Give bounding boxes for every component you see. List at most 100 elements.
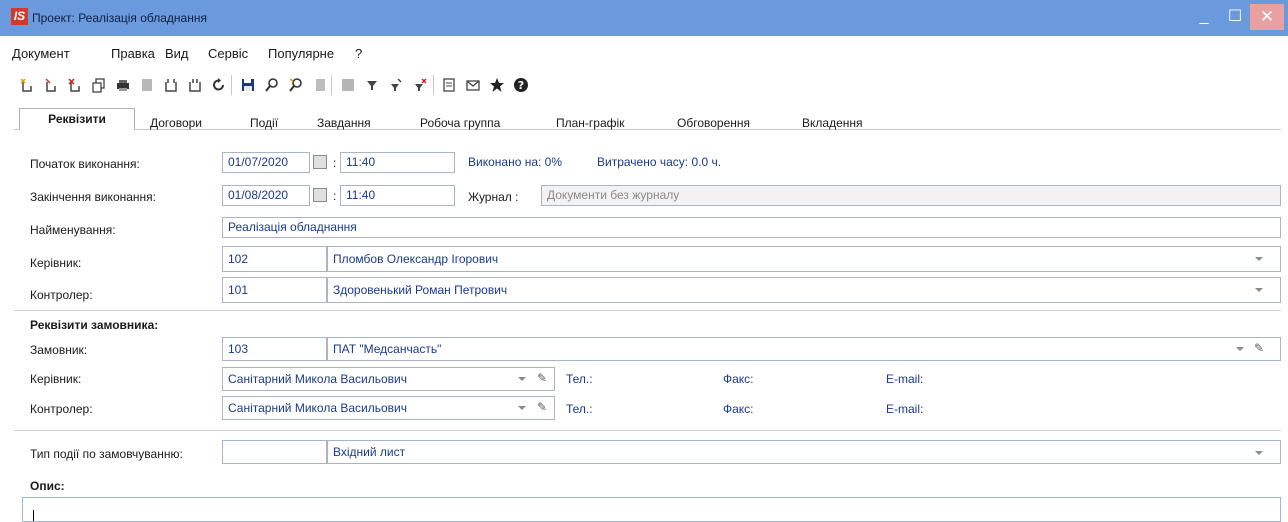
journal-field: Документи без журналу [541,185,1281,206]
tab-events[interactable]: Події [250,116,278,130]
refresh-icon[interactable] [209,75,229,95]
chevron-down-icon[interactable] [518,377,526,381]
section-divider [14,310,1281,311]
chevron-down-icon[interactable] [1255,451,1263,455]
tab-workgroup[interactable]: Робоча группа [420,116,500,130]
menu-document[interactable]: Документ [12,46,70,61]
print-icon[interactable] [113,75,133,95]
customer-label: Замовник: [30,343,88,357]
end-label: Закінчення виконання: [30,190,156,204]
toolbar: ? [0,62,640,98]
minimize-button[interactable]: _ [1187,4,1221,30]
description-textarea[interactable] [22,497,1281,522]
controller-code-field[interactable]: 101 [222,277,327,303]
help-icon[interactable]: ? [511,75,531,95]
done-percent: Виконано на: 0% [468,155,563,169]
customer-controller-label: Контролер: [30,402,93,416]
description-label: Опис: [30,479,65,493]
manager-label: Керівник: [30,256,82,270]
folder-open-icon[interactable] [185,75,205,95]
end-time-field[interactable]: 11:40 [340,185,455,206]
tabs-divider [14,129,1281,130]
tab-attachments[interactable]: Вкладення [802,116,863,130]
chevron-down-icon[interactable] [1255,257,1263,261]
mail-icon[interactable] [463,75,483,95]
close-button[interactable]: ✕ [1250,4,1284,30]
text-cursor [33,510,34,521]
name-label: Найменування: [30,223,116,237]
customer-manager-select[interactable]: Санітарний Микола Васильович [222,367,555,391]
customer-code-field[interactable]: 103 [222,337,327,361]
customer-section-title: Реквізити замовника: [30,318,159,332]
find-next-icon[interactable] [286,75,306,95]
customer-manager-label: Керівник: [30,372,82,386]
tab-tasks[interactable]: Завдання [317,116,371,130]
journal-label: Журнал : [468,190,519,204]
svg-text:?: ? [518,79,524,92]
copy-icon[interactable] [89,75,109,95]
time-separator: : [333,156,337,170]
tel-label: Тел.: [566,402,593,416]
time-separator: : [333,189,337,203]
window-title: Проект: Реалізація обладнання [32,11,207,25]
tab-contracts[interactable]: Договори [150,116,202,130]
edit-icon[interactable]: ✎ [1254,341,1264,355]
tab-requisites[interactable]: Реквізити [19,108,135,130]
section-divider [14,430,1281,431]
calendar-icon[interactable] [313,188,327,202]
calendar-icon[interactable] [313,155,327,169]
chevron-down-icon[interactable] [1255,288,1263,292]
search-icon[interactable] [262,75,282,95]
new-sub-icon[interactable] [41,75,61,95]
menu-view[interactable]: Вид [165,46,189,61]
event-type-code-field[interactable] [222,440,327,464]
chevron-down-icon[interactable] [518,406,526,410]
manager-code-field[interactable]: 102 [222,246,327,272]
new-icon[interactable] [17,75,37,95]
customer-select[interactable]: ПАТ "Медсанчасть" [327,337,1281,361]
tab-discussions[interactable]: Обговорення [677,116,750,130]
edit-icon[interactable]: ✎ [537,371,547,385]
time-spent: Витрачено часу: 0.0 ч. [597,155,722,169]
name-field[interactable]: Реалізація обладнання [222,217,1281,238]
customer-controller-select[interactable]: Санітарний Микола Васильович [222,396,555,420]
maximize-button[interactable]: ☐ [1218,4,1252,30]
tab-schedule[interactable]: План-графік [556,116,624,130]
folder-new-icon[interactable] [161,75,181,95]
app-logo-icon: IS [11,8,28,25]
disabled2-icon[interactable] [310,75,330,95]
email-label: E-mail: [886,402,924,416]
manager-select[interactable]: Пломбов Олександр Ігорович [327,246,1281,272]
menu-help[interactable]: ? [355,46,362,61]
menu-popular[interactable]: Популярне [268,46,334,61]
controller-select[interactable]: Здоровенький Роман Петрович [327,277,1281,303]
tel-label: Тел.: [566,372,593,386]
start-time-field[interactable]: 11:40 [340,152,455,173]
edit-icon[interactable]: ✎ [537,400,547,414]
doc-icon[interactable] [439,75,459,95]
menu-bar: Документ Правка Вид Сервіс Популярне ? [0,36,1288,62]
event-type-select[interactable]: Вхідний лист [327,440,1281,464]
menu-service[interactable]: Сервіс [208,46,248,61]
start-date-field[interactable]: 01/07/2020 [222,152,310,173]
event-type-label: Тип події по замовчуванню: [30,447,183,461]
fax-label: Факс: [723,372,754,386]
disabled3-icon[interactable] [338,75,358,95]
chevron-down-icon[interactable] [1236,347,1244,351]
filter-edit-icon[interactable] [386,75,406,95]
delete-icon[interactable] [65,75,85,95]
star-icon[interactable] [487,75,507,95]
menu-edit[interactable]: Правка [111,46,155,61]
email-label: E-mail: [886,372,924,386]
start-label: Початок виконання: [30,157,140,171]
controller-label: Контролер: [30,288,93,302]
toolbar-separator [231,75,232,95]
save-icon[interactable] [238,75,258,95]
disabled-icon[interactable] [137,75,157,95]
end-date-field[interactable]: 01/08/2020 [222,185,310,206]
filter-icon[interactable] [362,75,382,95]
toolbar-separator [433,75,434,95]
toolbar-separator [331,75,332,95]
fax-label: Факс: [723,402,754,416]
filter-clear-icon[interactable] [410,75,430,95]
